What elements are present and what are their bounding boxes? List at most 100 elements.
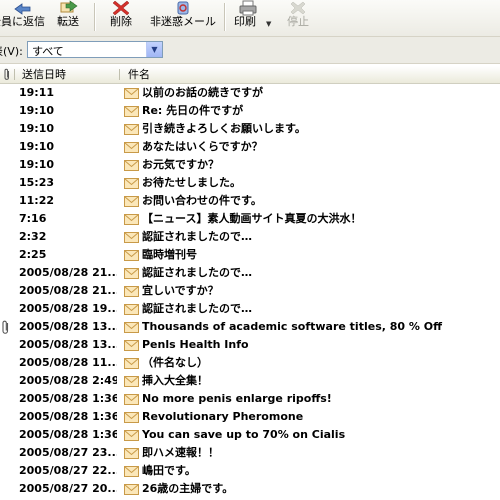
message-subject: （件名なし） [142, 356, 208, 369]
message-date: 19:10 [19, 122, 55, 135]
message-subject: 引き続きよろしくお願いします。 [142, 122, 306, 135]
message-row[interactable]: 2005/08/28 13... Penls Health Info [0, 336, 500, 354]
message-subject: あなたはいくらですか？ [142, 140, 263, 153]
header-separator [14, 69, 15, 80]
message-row[interactable]: 2:32 認証されましたので… [0, 228, 500, 246]
filter-bar: 表(V): すべて ▼ [0, 37, 500, 64]
envelope-icon [124, 214, 139, 225]
message-subject: お元気ですか？ [142, 158, 219, 171]
toolbar-separator [94, 3, 96, 31]
envelope-icon [124, 394, 139, 405]
envelope-icon [124, 376, 139, 387]
message-date: 2005/08/28 19... [19, 302, 117, 315]
message-row[interactable]: 2:25 臨時増刊号 [0, 246, 500, 264]
envelope-icon [124, 430, 139, 441]
message-row[interactable]: 19:10 お元気ですか？ [0, 156, 500, 174]
message-subject: 嶋田です。 [142, 464, 196, 477]
message-subject: 【ニュース】素人動画サイト真夏の大洪水！ [142, 212, 362, 225]
message-date: 2005/08/28 21... [19, 284, 117, 297]
print-dropdown-arrow[interactable]: ▼ [266, 20, 271, 28]
delete-button[interactable]: 削除 [104, 0, 138, 36]
message-date: 2005/08/28 21... [19, 266, 117, 279]
envelope-icon [124, 322, 139, 333]
message-subject: 宜しいですか？ [142, 284, 219, 297]
reply-all-button[interactable]: 全員に返信 [0, 0, 45, 36]
paperclip-icon[interactable] [3, 68, 11, 81]
envelope-icon [124, 484, 139, 495]
forward-icon [60, 0, 78, 13]
message-row[interactable]: 2005/08/28 11... （件名なし） [0, 354, 500, 372]
chevron-down-icon[interactable]: ▼ [146, 42, 162, 57]
stop-icon [290, 1, 306, 15]
forward-label: 転送 [57, 15, 79, 28]
message-subject: 26歳の主婦です。 [142, 482, 234, 495]
message-date: 15:23 [19, 176, 55, 189]
message-subject: 認証されましたので… [142, 302, 252, 315]
message-subject: 認証されましたので… [142, 230, 252, 243]
message-row[interactable]: 19:10 あなたはいくらですか？ [0, 138, 500, 156]
message-date: 19:10 [19, 104, 55, 117]
view-filter-value: すべて [32, 45, 64, 58]
message-date: 2:32 [19, 230, 47, 243]
stop-label: 停止 [287, 15, 309, 28]
message-row[interactable]: 19:11 以前のお話の続きですが [0, 84, 500, 102]
message-row[interactable]: 2005/08/28 1:36 No more penis enlarge rip… [0, 390, 500, 408]
forward-button[interactable]: 転送 [50, 0, 86, 36]
print-label: 印刷 [234, 15, 256, 28]
message-date: 19:11 [19, 86, 55, 99]
message-list: 19:11 以前のお話の続きですが 19:10 Re: 先日の件ですが 19:10 引き続… [0, 84, 500, 498]
message-row[interactable]: 2005/08/27 20... 26歳の主婦です。 [0, 480, 500, 498]
message-date: 2005/08/28 1:36 [19, 392, 117, 405]
not-junk-icon [177, 1, 189, 15]
message-row[interactable]: 19:10 Re: 先日の件ですが [0, 102, 500, 120]
delete-label: 削除 [110, 15, 132, 28]
message-date: 2005/08/28 1:36 [19, 410, 117, 423]
stop-button[interactable]: 停止 [280, 0, 316, 36]
envelope-icon [124, 232, 139, 243]
envelope-icon [124, 142, 139, 153]
envelope-icon [124, 268, 139, 279]
message-row[interactable]: 2005/08/27 22... 嶋田です。 [0, 462, 500, 480]
envelope-icon [124, 412, 139, 423]
message-subject: お問い合わせの件です。 [142, 194, 262, 207]
paperclip-icon [2, 320, 9, 334]
message-row[interactable]: 2005/08/28 2:49 挿入大全集！ [0, 372, 500, 390]
column-header-date[interactable]: 送信日時 [22, 66, 66, 83]
view-filter-select[interactable]: すべて ▼ [27, 41, 163, 58]
message-subject: Re: 先日の件ですが [142, 104, 244, 117]
envelope-icon [124, 304, 139, 315]
print-button[interactable]: 印刷 [230, 0, 266, 36]
message-date: 2005/08/28 13... [19, 338, 117, 351]
toolbar: 全員に返信 転送 削除 非迷惑メール 印刷 ▼ 停止 [0, 0, 500, 37]
message-date: 2:25 [19, 248, 47, 261]
message-subject: 認証されましたので… [142, 266, 252, 279]
printer-icon [239, 0, 257, 16]
message-subject: Thousands of academic software titles, 8… [142, 320, 443, 333]
message-row[interactable]: 2005/08/28 13... Thousands of academic so… [0, 318, 500, 336]
envelope-icon [124, 448, 139, 459]
message-date: 7:16 [19, 212, 47, 225]
message-row[interactable]: 2005/08/28 1:36 Revolutionary Pheromone [0, 408, 500, 426]
message-date: 2005/08/28 13... [19, 320, 117, 333]
message-row[interactable]: 19:10 引き続きよろしくお願いします。 [0, 120, 500, 138]
not-junk-button[interactable]: 非迷惑メール [147, 0, 219, 36]
message-subject: No more penis enlarge ripoffs! [142, 392, 332, 405]
message-row[interactable]: 2005/08/28 1:36 You can save up to 70% on… [0, 426, 500, 444]
message-row[interactable]: 2005/08/28 21... 宜しいですか？ [0, 282, 500, 300]
message-row[interactable]: 11:22 お問い合わせの件です。 [0, 192, 500, 210]
envelope-icon [124, 124, 139, 135]
column-header-subject[interactable]: 件名 [128, 66, 150, 83]
envelope-icon [124, 196, 139, 207]
message-row[interactable]: 2005/08/27 23... 即ハメ速報！！ [0, 444, 500, 462]
message-subject: Penls Health Info [142, 338, 249, 351]
message-row[interactable]: 7:16 【ニュース】素人動画サイト真夏の大洪水！ [0, 210, 500, 228]
envelope-icon [124, 340, 139, 351]
message-row[interactable]: 2005/08/28 21... 認証されましたので… [0, 264, 500, 282]
filter-label: 表(V): [0, 45, 23, 58]
message-date: 2005/08/27 23... [19, 446, 117, 459]
envelope-icon [124, 286, 139, 297]
message-row[interactable]: 2005/08/28 19... 認証されましたので… [0, 300, 500, 318]
envelope-icon [124, 160, 139, 171]
not-junk-label: 非迷惑メール [150, 15, 216, 28]
message-row[interactable]: 15:23 お待たせしました。 [0, 174, 500, 192]
